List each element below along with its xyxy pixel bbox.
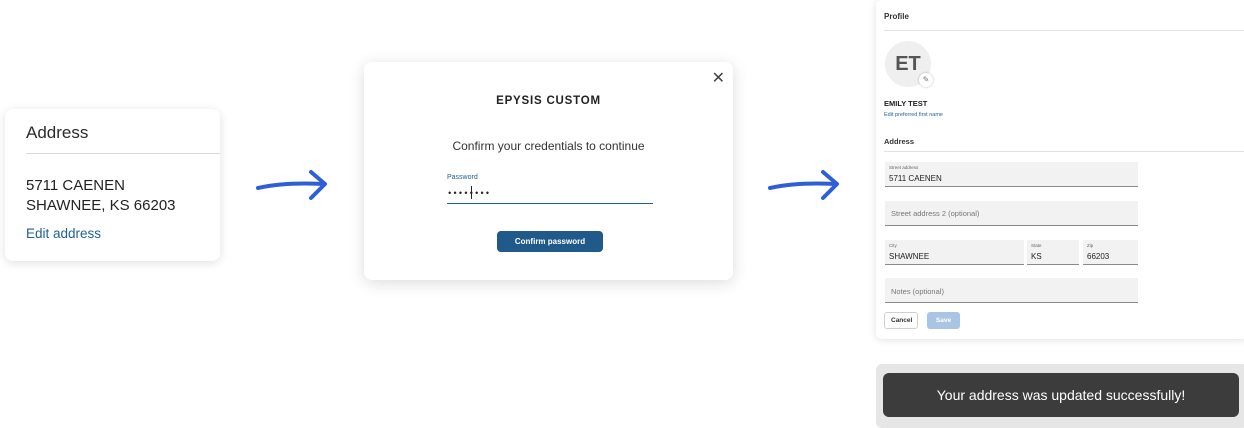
cancel-button[interactable]: Cancel <box>884 312 918 329</box>
notes-placeholder: Notes (optional) <box>891 287 944 296</box>
address-card-divider <box>26 153 220 154</box>
state-label: State <box>1031 243 1042 248</box>
address-card-title: Address <box>26 123 89 142</box>
profile-panel: Profile ET ✎ EMILY TEST Edit preferred f… <box>876 0 1244 339</box>
pencil-icon[interactable]: ✎ <box>919 73 933 87</box>
save-button[interactable]: Save <box>927 312 960 329</box>
notes-field[interactable]: Notes (optional) <box>885 278 1138 303</box>
address-section-divider <box>884 151 1244 152</box>
city-label: City <box>889 243 897 248</box>
state-field[interactable]: State KS <box>1027 240 1079 265</box>
profile-header-divider <box>884 30 1244 31</box>
credentials-modal: ✕ EPYSIS CUSTOM Confirm your credentials… <box>364 62 733 280</box>
edit-address-link[interactable]: Edit address <box>26 226 101 241</box>
password-field[interactable] <box>447 184 653 204</box>
street-address-2-placeholder: Street address 2 (optional) <box>891 209 980 218</box>
text-caret <box>471 186 472 199</box>
zip-label: Zip <box>1087 243 1094 248</box>
profile-name: EMILY TEST <box>884 99 928 108</box>
profile-header: Profile <box>884 12 909 21</box>
street-address-value: 5711 CAENEN <box>889 174 942 183</box>
address-line-1: 5711 CAENEN <box>26 177 125 194</box>
state-value: KS <box>1031 252 1042 261</box>
street-address-field[interactable]: Street address 5711 CAENEN <box>885 162 1138 187</box>
address-line-2: SHAWNEE, KS 66203 <box>26 197 176 214</box>
toast-container: Your address was updated successfully! <box>876 364 1244 428</box>
right-arrow-icon <box>768 170 839 200</box>
city-field[interactable]: City SHAWNEE <box>885 240 1024 265</box>
modal-prompt: Confirm your credentials to continue <box>452 139 645 153</box>
success-toast: Your address was updated successfully! <box>883 373 1239 417</box>
street-address-label: Street address <box>889 165 919 170</box>
zip-value: 66203 <box>1087 252 1110 261</box>
right-arrow-icon <box>256 170 327 200</box>
edit-preferred-name-link[interactable]: Edit preferred first name <box>884 112 943 118</box>
address-card: Address 5711 CAENEN SHAWNEE, KS 66203 Ed… <box>5 109 220 261</box>
city-value: SHAWNEE <box>889 252 930 261</box>
password-label: Password <box>447 174 478 181</box>
close-icon[interactable]: ✕ <box>712 68 725 88</box>
zip-field[interactable]: Zip 66203 <box>1083 240 1138 265</box>
address-section-title: Address <box>884 137 915 146</box>
modal-brand-title: EPYSIS CUSTOM <box>496 95 601 107</box>
street-address-2-field[interactable]: Street address 2 (optional) <box>885 201 1138 226</box>
confirm-password-button[interactable]: Confirm password <box>497 231 603 252</box>
